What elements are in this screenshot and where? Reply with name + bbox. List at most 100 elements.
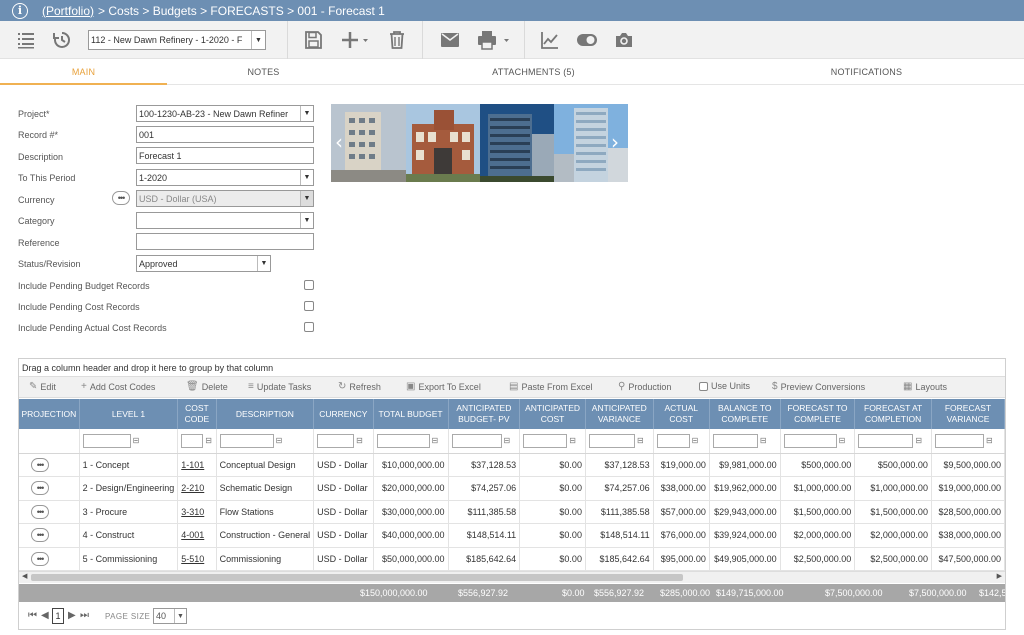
filter-cell[interactable]: ⊟ <box>780 429 856 454</box>
cost-code-link[interactable]: 2-210 <box>181 483 204 493</box>
filter-icon[interactable]: ⊟ <box>432 436 439 445</box>
pending-cost-checkbox[interactable] <box>304 301 314 311</box>
group-by-bar[interactable]: Drag a column header and drop it here to… <box>19 359 1005 377</box>
column-header[interactable]: ANTICIPATED COST <box>519 399 586 429</box>
first-page-icon[interactable]: ⏮ <box>28 610 37 621</box>
category-select[interactable]: ▼ <box>136 212 314 229</box>
filter-cell[interactable]: ⊟ <box>373 429 449 454</box>
export-excel-button[interactable]: ▣ Export To Excel <box>406 381 481 392</box>
row-actions-button[interactable]: ••• <box>31 551 49 566</box>
reference-field[interactable] <box>136 233 314 250</box>
column-header[interactable]: CURRENCY <box>313 399 374 429</box>
scrollbar-thumb[interactable] <box>31 574 683 581</box>
table-row[interactable]: ••• 3 - Procure 3-310 Flow Stations USD - Do… <box>19 500 1006 524</box>
layouts-button[interactable]: ▦ Layouts <box>903 381 947 392</box>
add-icon[interactable] <box>340 30 368 50</box>
record-select[interactable]: 112 - New Dawn Refinery - 1-2020 - F ▼ <box>88 30 266 50</box>
filter-input[interactable] <box>451 433 502 448</box>
cost-code-link[interactable]: 3-310 <box>181 507 204 517</box>
breadcrumb-portfolio-link[interactable]: (Portfolio) <box>42 4 94 18</box>
filter-input[interactable] <box>656 433 690 448</box>
edit-button[interactable]: ✎ Edit <box>29 381 56 392</box>
tab-main[interactable]: MAIN <box>0 67 167 77</box>
filter-icon[interactable]: ⊟ <box>915 436 922 445</box>
column-header[interactable]: COST CODE <box>177 399 217 429</box>
filter-input[interactable] <box>82 433 131 448</box>
filter-icon[interactable]: ⊟ <box>205 436 212 445</box>
filter-cell[interactable]: ⊟ <box>313 429 374 454</box>
chevron-left-icon[interactable]: ‹ <box>335 130 343 154</box>
filter-cell[interactable]: ⊟ <box>216 429 315 454</box>
last-page-icon[interactable]: ⏭ <box>80 610 89 621</box>
list-icon[interactable] <box>16 30 36 50</box>
column-header[interactable]: FORECAST AT COMPLETION <box>854 399 932 429</box>
row-actions-button[interactable]: ••• <box>31 528 49 543</box>
filter-input[interactable] <box>712 433 758 448</box>
row-actions-button[interactable]: ••• <box>31 457 49 472</box>
filter-input[interactable] <box>219 433 274 448</box>
email-icon[interactable] <box>440 31 460 49</box>
cost-code-link[interactable]: 4-001 <box>181 530 204 540</box>
save-icon[interactable] <box>303 30 323 50</box>
add-cost-codes-button[interactable]: + Add Cost Codes <box>81 381 155 392</box>
row-actions-button[interactable]: ••• <box>31 481 49 496</box>
column-header[interactable]: LEVEL 1 <box>79 399 179 429</box>
tab-notes[interactable]: NOTES <box>180 67 347 77</box>
filter-input[interactable] <box>783 433 837 448</box>
horizontal-scrollbar[interactable]: ◀ ▶ <box>19 571 1005 583</box>
filter-icon[interactable]: ⊟ <box>692 436 699 445</box>
row-actions-button[interactable]: ••• <box>31 504 49 519</box>
current-page[interactable]: 1 <box>52 608 64 624</box>
info-icon[interactable]: i <box>12 2 28 19</box>
filter-input[interactable] <box>181 433 204 448</box>
filter-input[interactable] <box>523 433 568 448</box>
tab-attachments[interactable]: ATTACHMENTS (5) <box>450 67 617 77</box>
table-row[interactable]: ••• 2 - Design/Engineering 2-210 Schematic … <box>19 476 1006 501</box>
column-header[interactable]: BALANCE TO COMPLETE <box>709 399 781 429</box>
column-header[interactable]: FORECAST VARIANCE <box>931 399 1006 429</box>
column-header[interactable]: DESCRIPTION <box>216 399 315 429</box>
column-header[interactable]: ANTICIPATED BUDGET- PV <box>448 399 521 429</box>
filter-icon[interactable]: ⊟ <box>356 436 363 445</box>
prev-page-icon[interactable]: ◀ <box>41 610 49 621</box>
scroll-left-icon[interactable]: ◀ <box>22 572 27 580</box>
filter-input[interactable] <box>317 433 355 448</box>
column-header[interactable]: PROJECTION <box>19 399 80 429</box>
filter-icon[interactable]: ⊟ <box>569 436 576 445</box>
filter-cell[interactable]: ⊟ <box>854 429 932 454</box>
filter-cell[interactable]: ⊟ <box>519 429 586 454</box>
filter-cell[interactable]: ⊟ <box>79 429 179 454</box>
cost-code-link[interactable]: 1-101 <box>181 460 204 470</box>
next-page-icon[interactable]: ▶ <box>68 610 76 621</box>
filter-input[interactable] <box>588 433 635 448</box>
preview-conversions-button[interactable]: $ Preview Conversions <box>772 381 865 392</box>
page-size-select[interactable]: 40 ▼ <box>153 608 187 624</box>
column-header[interactable]: TOTAL BUDGET <box>373 399 449 429</box>
pending-budget-checkbox[interactable] <box>304 280 314 290</box>
record-field[interactable]: 001 <box>136 126 314 143</box>
building-photo[interactable] <box>406 104 480 182</box>
filter-input[interactable] <box>858 433 914 448</box>
building-photo[interactable] <box>480 104 554 182</box>
filter-input[interactable] <box>376 433 430 448</box>
camera-icon[interactable] <box>614 31 634 49</box>
use-units-toggle[interactable]: Use Units <box>699 381 750 391</box>
currency-more-button[interactable]: ••• <box>112 191 130 205</box>
table-row[interactable]: ••• 1 - Concept 1-101 Conceptual Design USD … <box>19 453 1006 477</box>
filter-cell[interactable]: ⊟ <box>448 429 521 454</box>
toggle-icon[interactable] <box>576 32 598 48</box>
use-units-checkbox[interactable] <box>699 381 708 391</box>
project-select[interactable]: 100-1230-AB-23 - New Dawn Refiner ▼ <box>136 105 314 122</box>
filter-input[interactable] <box>934 433 984 448</box>
cost-code-link[interactable]: 5-510 <box>181 554 204 564</box>
refresh-button[interactable]: ↻ Refresh <box>338 381 381 392</box>
column-header[interactable]: ANTICIPATED VARIANCE <box>585 399 654 429</box>
filter-cell[interactable]: ⊟ <box>177 429 217 454</box>
table-row[interactable]: ••• 4 - Construct 4-001 Construction - Gene… <box>19 523 1006 548</box>
column-header[interactable]: FORECAST TO COMPLETE <box>780 399 856 429</box>
column-header[interactable]: ACTUAL COST <box>653 399 710 429</box>
period-select[interactable]: 1-2020 ▼ <box>136 169 314 186</box>
production-button[interactable]: ⚲ Production <box>618 381 671 392</box>
status-select[interactable]: Approved ▼ <box>136 255 271 272</box>
filter-cell[interactable]: ⊟ <box>709 429 781 454</box>
